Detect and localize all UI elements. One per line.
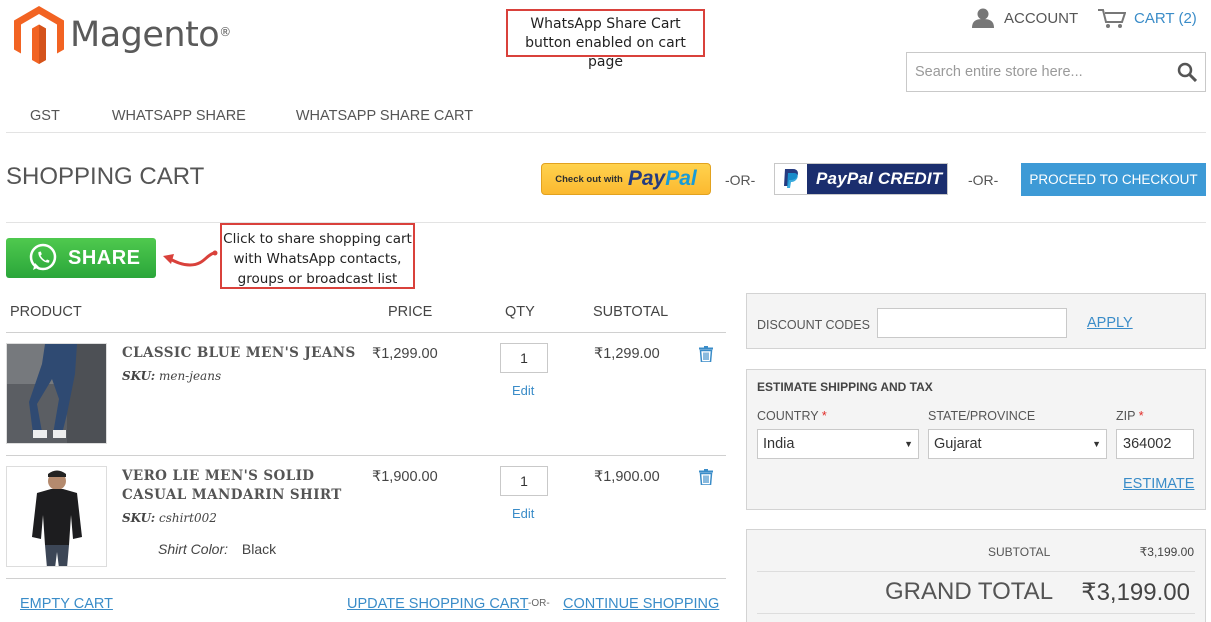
proceed-to-checkout-button[interactable]: PROCEED TO CHECKOUT [1021,163,1206,196]
estimate-shipping-panel: ESTIMATE SHIPPING AND TAX COUNTRY * Indi… [746,369,1206,510]
product-sku: SKU: men-jeans [122,369,222,383]
nav-item-whatsapp-share[interactable]: WHATSAPP SHARE [112,100,246,132]
estimate-shipping-title: ESTIMATE SHIPPING AND TAX [757,380,933,394]
qty-input[interactable] [500,466,548,496]
discount-panel: DISCOUNT CODES APPLY [746,293,1206,349]
caret-down-icon: ▼ [1092,439,1101,449]
product-name[interactable]: CLASSIC BLUE MEN'S JEANS [122,344,356,363]
totals-panel: SUBTOTAL ₹3,199.00 GRAND TOTAL ₹3,199.00 [746,529,1206,622]
paypal-logo-pal: Pal [665,167,697,190]
grand-total-value: ₹3,199.00 [1081,579,1190,606]
table-divider [6,332,726,333]
nav-item-gst[interactable]: GST [30,100,60,132]
annotation-top: WhatsApp Share Cart button enabled on ca… [506,9,705,70]
paypal-logo-pay: Pay [627,167,666,190]
logo-text: Magento® [70,15,231,55]
item-price: ₹1,900.00 [372,469,438,485]
apply-discount-link[interactable]: APPLY [1087,315,1133,331]
item-subtotal: ₹1,900.00 [594,469,660,485]
empty-cart-link[interactable]: EMPTY CART [20,596,113,612]
paypal-small-text: Check out with [555,173,623,185]
paypal-checkout-button[interactable]: Check out with Pay Pal [541,163,711,195]
product-option: Shirt Color: Black [158,541,276,557]
minicart-link[interactable]: CART (2) [1098,6,1197,30]
discount-label: DISCOUNT CODES [757,318,870,332]
table-divider [6,455,726,456]
edit-item-link[interactable]: Edit [512,506,534,521]
whatsapp-share-label: SHARE [68,246,141,269]
estimate-link[interactable]: ESTIMATE [1123,476,1194,492]
annotation-share: Click to share shopping cart with WhatsA… [220,223,415,289]
search-input[interactable] [915,64,1177,80]
state-select[interactable]: Gujarat ▼ [928,429,1107,459]
table-divider [6,578,726,579]
continue-shopping-link[interactable]: CONTINUE SHOPPING [563,596,719,612]
product-sku: SKU: cshirt002 [122,511,217,525]
product-image-jeans[interactable] [6,343,107,444]
account-label: ACCOUNT [1004,9,1079,27]
state-label: STATE/PROVINCE [928,409,1036,423]
divider [6,222,1206,223]
update-cart-link[interactable]: UPDATE SHOPPING CART [347,596,529,612]
item-price: ₹1,299.00 [372,346,438,362]
subtotal-value: ₹3,199.00 [1139,545,1194,559]
cart-label: CART (2) [1134,9,1197,27]
col-header-price: PRICE [388,304,433,320]
trash-icon[interactable] [699,469,713,485]
country-label: COUNTRY * [757,409,827,423]
user-icon [972,8,994,28]
magento-hexagon-icon [14,6,64,64]
search-box [906,52,1206,92]
option-label: Shirt Color: [158,541,229,557]
col-header-qty: QTY [505,304,535,320]
caret-down-icon: ▼ [904,439,913,449]
country-value: India [763,436,795,452]
zip-label: ZIP * [1116,409,1144,423]
subtotal-label: SUBTOTAL [988,545,1051,559]
state-value: Gujarat [934,436,982,452]
main-nav: GST WHATSAPP SHARE WHATSAPP SHARE CART [6,100,1206,133]
edit-item-link[interactable]: Edit [512,383,534,398]
magento-logo[interactable]: Magento® [14,6,231,64]
paypal-credit-label: PayPal CREDIT [816,169,943,188]
product-image-shirt[interactable] [6,466,107,567]
totals-divider [757,571,1195,572]
option-value: Black [241,541,277,557]
col-header-product: PRODUCT [10,304,82,320]
or-separator: -OR- [968,172,999,188]
country-select[interactable]: India ▼ [757,429,919,459]
trash-icon[interactable] [699,346,713,362]
product-name[interactable]: VERO LIE MEN'S SOLID CASUAL MANDARIN SHI… [122,467,342,505]
item-subtotal: ₹1,299.00 [594,346,660,362]
or-separator: -OR- [725,172,756,188]
account-link[interactable]: ACCOUNT [972,6,1078,30]
shopping-cart-icon [1098,9,1126,28]
totals-divider [757,613,1195,614]
page-title: SHOPPING CART [6,163,205,190]
zip-input[interactable] [1116,429,1194,459]
whatsapp-share-cart-button[interactable]: SHARE [6,238,156,278]
col-header-subtotal: SUBTOTAL [593,304,669,320]
or-separator: -OR- [528,598,550,609]
whatsapp-icon [29,243,57,271]
nav-item-whatsapp-share-cart[interactable]: WHATSAPP SHARE CART [296,100,473,132]
discount-code-input[interactable] [877,308,1067,338]
search-icon[interactable] [1177,62,1197,82]
paypal-p-icon [775,164,807,194]
qty-input[interactable] [500,343,548,373]
annotation-arrow-icon [163,250,218,267]
grand-total-label: GRAND TOTAL [885,578,1054,605]
paypal-credit-button[interactable]: PayPal CREDIT [774,163,948,195]
